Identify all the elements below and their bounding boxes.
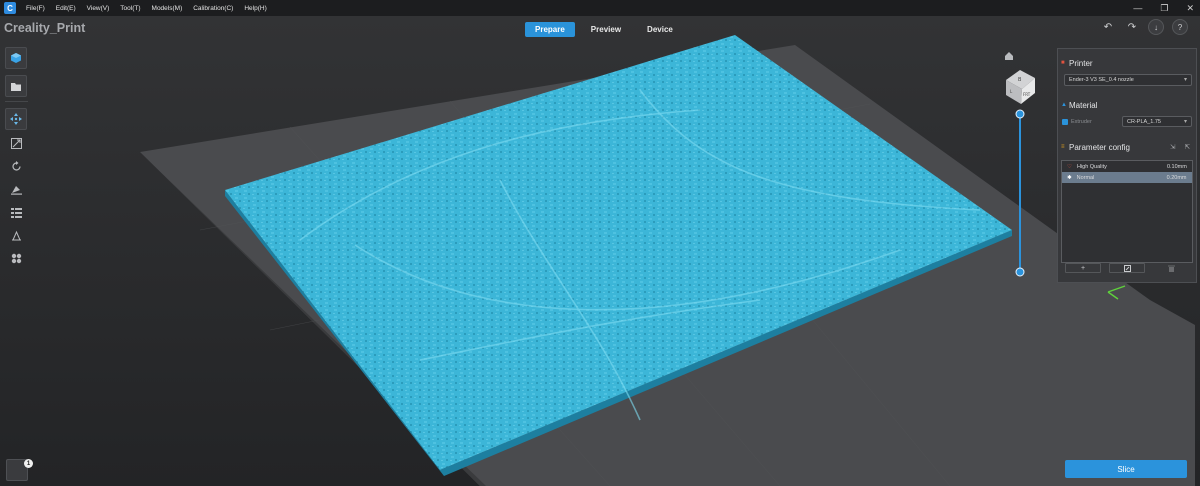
minimize-button[interactable]: — [1133, 3, 1142, 13]
slider-bottom-handle[interactable] [1015, 267, 1025, 277]
parameter-list: ♡ High Quality 0.10mm ✱ Normal 0.20mm [1061, 160, 1193, 263]
menu-edit[interactable]: Edit(E) [56, 5, 76, 12]
list-item[interactable]: ♡ High Quality 0.10mm [1062, 161, 1192, 172]
cube-top-label: B [1018, 77, 1022, 83]
printer-select-value: Ender-3 V3 SE_0.4 nozzle [1069, 77, 1134, 83]
printer-title: Printer [1069, 59, 1093, 68]
account-button[interactable]: ? [1172, 19, 1188, 35]
mode-tabs: Prepare Preview Device [525, 22, 683, 37]
menu-calibration[interactable]: Calibration(C) [193, 5, 233, 12]
material-select[interactable]: CR-PLA_1.75 ▾ [1122, 116, 1192, 127]
param-name: High Quality [1076, 163, 1107, 170]
rotate-icon [12, 161, 21, 171]
notification-badge: 1 [24, 459, 33, 468]
folder-icon [11, 82, 21, 91]
redo-button[interactable]: ↷ [1124, 19, 1140, 35]
menu-bar: C File(F) Edit(E) View(V) Tool(T) Models… [0, 0, 1200, 16]
home-icon[interactable] [1005, 52, 1013, 60]
window-controls: — ❐ ✕ [1133, 0, 1194, 16]
open-file-button[interactable] [5, 75, 27, 97]
toolbar-divider [5, 101, 28, 102]
parameter-actions: ⇲ ⇱ [1170, 143, 1190, 151]
left-toolbar [5, 47, 28, 270]
cube-icon [11, 53, 21, 63]
param-value: 0.20mm [1166, 174, 1187, 181]
tab-device[interactable]: Device [637, 22, 683, 37]
trash-icon [1167, 265, 1175, 272]
settings-panel: ■ Printer Ender-3 V3 SE_0.4 nozzle ▾ ▲ M… [1057, 48, 1197, 283]
parameter-config-title: Parameter config [1069, 143, 1130, 152]
edit-icon [1123, 264, 1131, 272]
printer-icon: ■ [1061, 60, 1065, 66]
grid-icon [11, 253, 22, 264]
cube-front-label: FRT [1023, 92, 1031, 97]
view-cube[interactable]: B FRT L [1006, 70, 1035, 104]
tab-preview[interactable]: Preview [581, 22, 631, 37]
material-icon: ▲ [1061, 102, 1067, 108]
chevron-down-icon: ▾ [1183, 77, 1187, 83]
edit-profile-button[interactable] [1109, 263, 1145, 273]
param-value: 0.10mm [1166, 163, 1187, 170]
download-button[interactable]: ↓ [1148, 19, 1164, 35]
add-model-button[interactable] [5, 47, 27, 69]
slice-button[interactable]: Slice [1065, 460, 1187, 478]
menu-models[interactable]: Models(M) [152, 5, 183, 12]
parameter-footer: + [1061, 262, 1193, 274]
menu-view[interactable]: View(V) [87, 5, 110, 12]
material-select-value: CR-PLA_1.75 [1127, 119, 1161, 125]
lay-flat-button[interactable] [5, 178, 28, 201]
printer-select[interactable]: Ender-3 V3 SE_0.4 nozzle ▾ [1064, 74, 1192, 86]
slider-top-handle[interactable] [1015, 109, 1025, 119]
list-icon [11, 208, 22, 218]
add-profile-button[interactable]: + [1065, 263, 1101, 273]
import-icon[interactable]: ⇲ [1170, 143, 1175, 151]
move-icon [10, 113, 22, 125]
move-tool-button[interactable] [5, 108, 27, 130]
view-controls: B FRT L [1005, 52, 1035, 277]
param-name: Normal [1076, 174, 1095, 181]
delete-profile-button[interactable] [1153, 263, 1189, 273]
tab-prepare[interactable]: Prepare [525, 22, 575, 37]
app-title: Creality_Print [4, 21, 86, 35]
app-logo-icon: C [4, 2, 16, 14]
menu-tool[interactable]: Tool(T) [120, 5, 140, 12]
rotate-tool-button[interactable] [5, 155, 28, 178]
extruder-label: Extruder [1071, 119, 1092, 125]
lay-flat-icon [11, 186, 22, 195]
menu-file[interactable]: File(F) [26, 5, 45, 12]
chevron-down-icon: ▾ [1183, 119, 1187, 125]
menu-help[interactable]: Help(H) [244, 5, 266, 12]
scale-tool-button[interactable] [5, 132, 28, 155]
support-tool-button[interactable] [5, 224, 28, 247]
more-tools-button[interactable] [5, 247, 28, 270]
parameter-icon: ≡ [1061, 144, 1065, 150]
material-title: Material [1069, 101, 1098, 110]
layer-slider[interactable] [1015, 109, 1025, 277]
undo-button[interactable]: ↶ [1100, 19, 1116, 35]
extruder-checkbox[interactable] [1062, 119, 1068, 125]
scale-icon [11, 138, 22, 149]
list-item[interactable]: ✱ Normal 0.20mm [1062, 172, 1192, 183]
support-icon [12, 230, 21, 241]
restore-button[interactable]: ❐ [1160, 3, 1168, 14]
close-button[interactable]: ✕ [1186, 3, 1194, 14]
layout-tool-button[interactable] [5, 201, 28, 224]
history-toolbar: ↶ ↷ ↓ ? [1100, 19, 1188, 35]
export-icon[interactable]: ⇱ [1185, 143, 1190, 151]
